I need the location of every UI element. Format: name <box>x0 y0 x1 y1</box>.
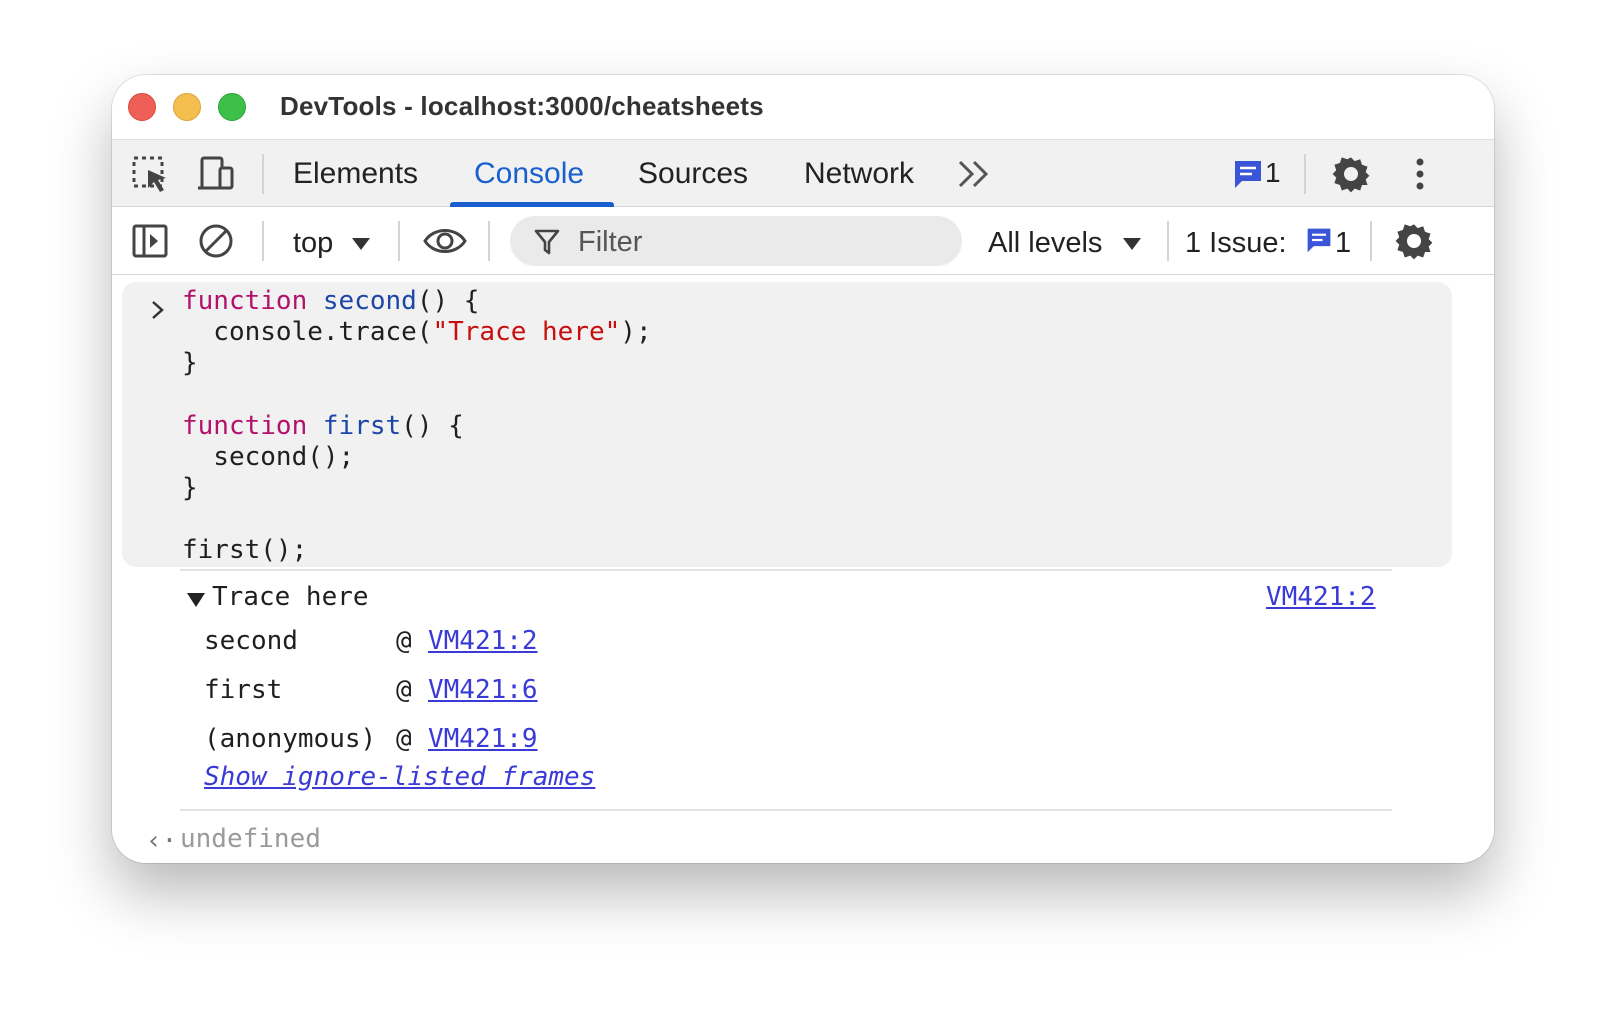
issues-label[interactable]: 1 Issue: <box>1185 227 1287 260</box>
console-result: undefined <box>180 824 321 854</box>
show-ignore-listed-frames-link[interactable]: Show ignore-listed frames <box>204 762 595 792</box>
stack-frame-at: @ <box>396 675 412 705</box>
main-tab-bar: Elements Console Sources Network 1 <box>112 139 1494 207</box>
stack-frame-link[interactable]: VM421:9 <box>428 724 538 754</box>
log-levels-select[interactable]: All levels <box>988 227 1102 260</box>
clear-console-icon[interactable] <box>196 221 236 261</box>
code-line: } <box>182 348 198 378</box>
divider <box>398 221 400 261</box>
divider <box>180 569 1392 571</box>
chevron-down-icon <box>352 238 370 250</box>
more-options-icon[interactable] <box>1400 154 1440 194</box>
divider <box>262 221 264 261</box>
divider <box>1304 154 1306 194</box>
divider <box>1167 221 1169 261</box>
console-settings-gear-icon[interactable] <box>1394 221 1434 261</box>
trace-message[interactable]: Trace here <box>212 582 369 612</box>
filter-icon <box>534 229 560 255</box>
code-line: function first() { <box>182 411 464 441</box>
chevron-down-icon <box>1123 238 1141 250</box>
stack-frame-at: @ <box>396 626 412 656</box>
minimize-window-button[interactable] <box>173 93 201 121</box>
title-bar: DevTools - localhost:3000/cheatsheets <box>112 75 1494 139</box>
devtools-window: DevTools - localhost:3000/cheatsheets El… <box>112 75 1494 863</box>
stack-frame-link[interactable]: VM421:2 <box>428 626 538 656</box>
stack-frame-name: (anonymous) <box>204 724 377 754</box>
gear-icon[interactable] <box>1331 154 1371 194</box>
console-toolbar: top Filter All levels 1 Issue: 1 <box>112 207 1494 275</box>
console-input-entry[interactable]: function second() { console.trace("Trace… <box>122 282 1452 567</box>
stack-frame-at: @ <box>396 724 412 754</box>
code-line: } <box>182 473 198 503</box>
context-select[interactable]: top <box>293 227 333 260</box>
code-line: console.trace("Trace here"); <box>182 317 652 347</box>
issues-badge-count[interactable]: 1 <box>1265 157 1281 189</box>
expand-triangle-icon[interactable] <box>187 593 205 607</box>
divider <box>180 809 1392 811</box>
stack-frame-name: first <box>204 675 283 705</box>
trace-source-link[interactable]: VM421:2 <box>1266 582 1376 612</box>
code-line: function second() { <box>182 286 480 316</box>
window-title: DevTools - localhost:3000/cheatsheets <box>280 91 764 121</box>
code-line: second(); <box>182 442 355 472</box>
eye-icon[interactable] <box>422 221 468 261</box>
filter-placeholder: Filter <box>578 226 643 258</box>
device-toolbar-icon[interactable] <box>196 154 236 194</box>
tab-sources[interactable]: Sources <box>638 157 748 191</box>
divider <box>262 154 264 194</box>
tab-network[interactable]: Network <box>804 157 914 191</box>
message-icon[interactable] <box>1232 158 1264 190</box>
stack-frame-link[interactable]: VM421:6 <box>428 675 538 705</box>
sidebar-toggle-icon[interactable] <box>130 221 170 261</box>
result-arrow-icon: ‹· <box>146 826 178 856</box>
message-icon[interactable] <box>1305 225 1333 255</box>
chevrons-right-icon[interactable] <box>954 154 994 194</box>
inspect-element-icon[interactable] <box>130 154 170 194</box>
tab-elements[interactable]: Elements <box>293 157 418 191</box>
close-window-button[interactable] <box>128 93 156 121</box>
filter-input[interactable]: Filter <box>510 216 962 266</box>
console-output: function second() { console.trace("Trace… <box>112 276 1494 863</box>
tab-console[interactable]: Console <box>474 157 584 191</box>
issues-count[interactable]: 1 <box>1335 227 1351 260</box>
stack-frame-name: second <box>204 626 298 656</box>
zoom-window-button[interactable] <box>218 93 246 121</box>
divider <box>1370 221 1372 261</box>
code-line: first(); <box>182 535 308 565</box>
prompt-chevron-icon <box>152 301 164 319</box>
divider <box>488 221 490 261</box>
